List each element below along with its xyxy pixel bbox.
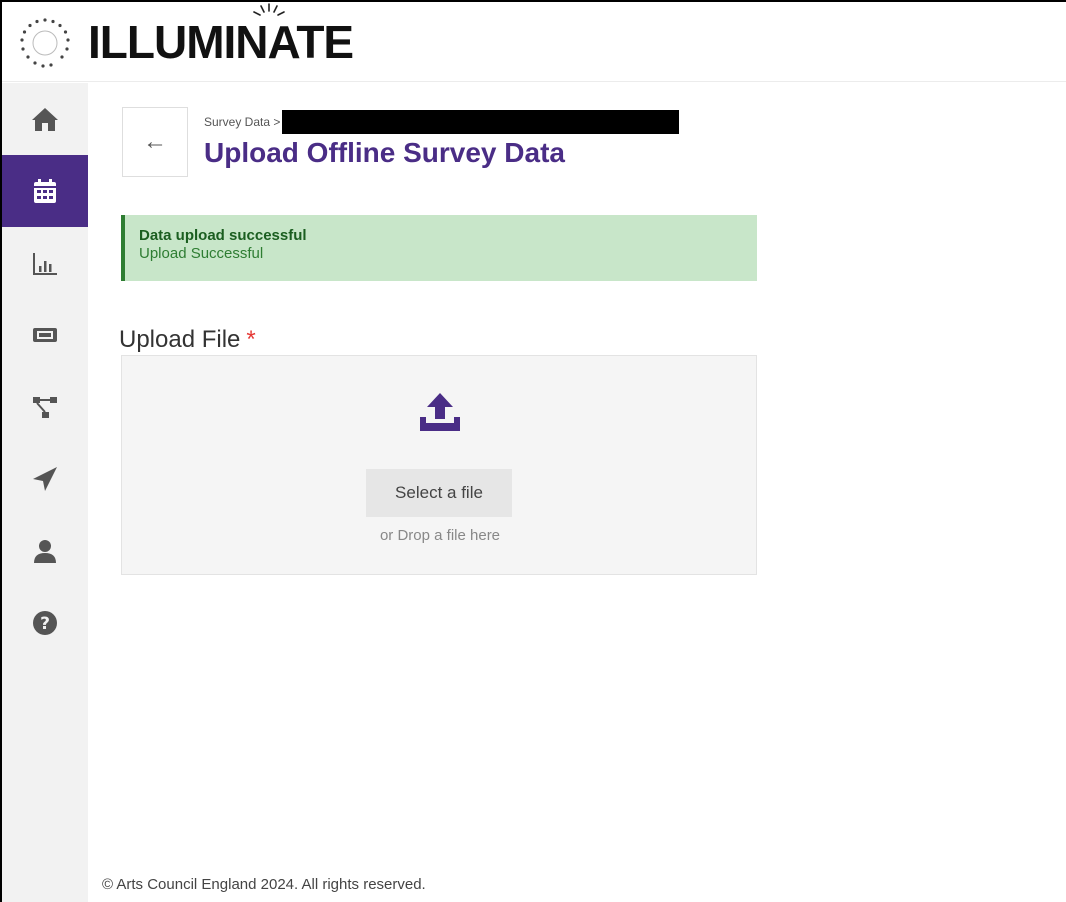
- logo-rays-icon: [253, 3, 285, 16]
- upload-file-label: Upload File *: [119, 326, 256, 354]
- home-icon: [32, 108, 58, 131]
- sidebar-item-help[interactable]: ?: [2, 587, 88, 659]
- ticket-icon: [33, 328, 57, 342]
- sidebar-item-events[interactable]: [2, 155, 88, 227]
- sidebar-item-tickets[interactable]: [2, 299, 88, 371]
- breadcrumb-survey-data[interactable]: Survey Data >: [204, 115, 280, 129]
- required-marker: *: [246, 326, 256, 353]
- back-button[interactable]: ←: [122, 107, 188, 177]
- alert-title: Data upload successful: [139, 227, 307, 244]
- page-title: Upload Offline Survey Data: [204, 137, 565, 168]
- app-header: ILLUMINATE: [2, 2, 1066, 82]
- paper-plane-icon: [33, 467, 57, 491]
- help-icon: ?: [33, 611, 57, 635]
- drop-hint-text: or Drop a file here: [379, 527, 501, 544]
- sidebar-nav: ?: [2, 83, 88, 902]
- sidebar-item-home[interactable]: [2, 83, 88, 155]
- bar-chart-icon: [33, 253, 57, 275]
- file-dropzone[interactable]: Select a file or Drop a file here: [121, 355, 757, 575]
- alert-message: Upload Successful: [139, 245, 264, 262]
- upload-label-text: Upload File: [119, 326, 241, 353]
- svg-text:?: ?: [40, 614, 50, 634]
- logo-wordmark[interactable]: ILLUMINATE: [88, 12, 354, 72]
- breadcrumb: Survey Data >: [204, 110, 680, 134]
- arrow-left-icon: ←: [143, 128, 167, 155]
- calendar-icon: [34, 179, 56, 203]
- user-icon: [34, 540, 56, 563]
- select-file-button[interactable]: Select a file: [366, 469, 512, 517]
- sitemap-icon: [33, 397, 57, 418]
- success-alert: Data upload successful Upload Successful: [121, 215, 757, 281]
- arts-council-logo[interactable]: [18, 16, 72, 70]
- upload-icon: [420, 393, 460, 431]
- footer-copyright: © Arts Council England 2024. All rights …: [102, 876, 426, 893]
- sidebar-item-account[interactable]: [2, 515, 88, 587]
- sidebar-item-send[interactable]: [2, 443, 88, 515]
- sidebar-item-reports[interactable]: [2, 227, 88, 299]
- redacted-breadcrumb: [282, 110, 680, 134]
- main-content: ← Survey Data > Upload Offline Survey Da…: [88, 83, 1066, 902]
- sidebar-item-structure[interactable]: [2, 371, 88, 443]
